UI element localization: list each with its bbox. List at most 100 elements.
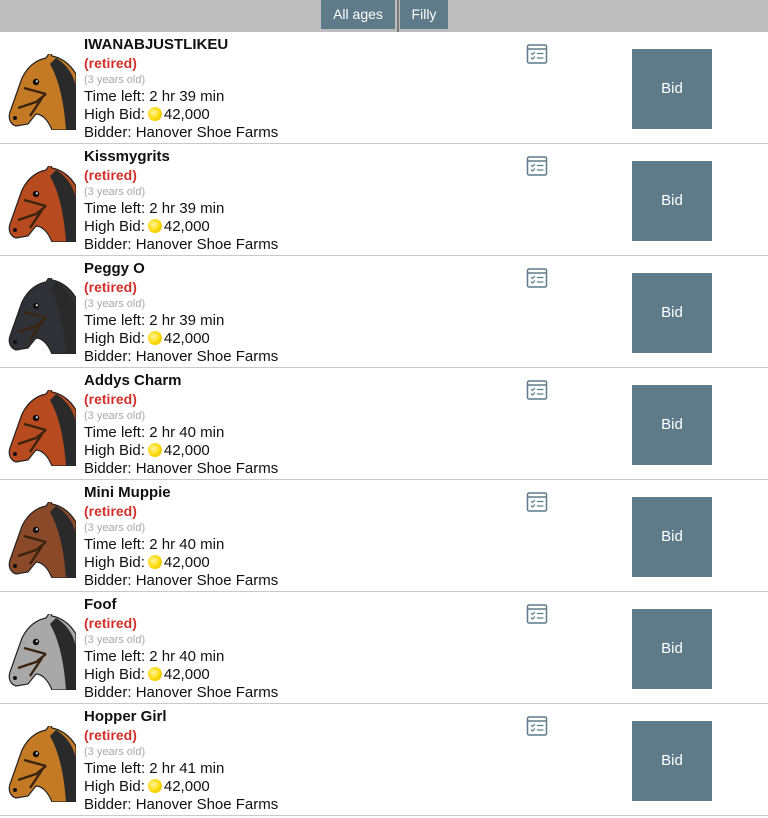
horse-details-icon[interactable] <box>526 379 548 401</box>
horse-status: (retired) <box>84 167 137 183</box>
time-left: Time left: 2 hr 39 min <box>84 200 278 218</box>
high-bid-label: High Bid: <box>84 778 145 795</box>
bid-button[interactable]: Bid <box>632 49 712 129</box>
time-left: Time left: 2 hr 39 min <box>84 88 278 106</box>
auction-row: Kissmygrits (retired) (3 years old) Time le… <box>0 144 768 256</box>
horse-info: Addys Charm (retired) (3 years old) Time le… <box>84 372 278 478</box>
bidder-label: Bidder: <box>84 684 132 701</box>
horse-name[interactable]: Addys Charm <box>84 372 278 390</box>
horse-info: IWANABJUSTLIKEU (retired) (3 years old) Tim… <box>84 36 278 142</box>
bidder: Bidder: Hanover Shoe Farms <box>84 684 278 702</box>
bidder-label: Bidder: <box>84 236 132 253</box>
horse-details-icon[interactable] <box>526 43 548 65</box>
coin-icon <box>147 779 162 793</box>
bidder-label: Bidder: <box>84 460 132 477</box>
bid-button[interactable]: Bid <box>632 385 712 465</box>
auction-row: Foof (retired) (3 years old) Time left: 2 h… <box>0 592 768 704</box>
horse-age: (3 years old) <box>84 410 146 422</box>
high-bid-value: 42,000 <box>163 218 210 235</box>
horse-name[interactable]: Mini Muppie <box>84 484 278 502</box>
high-bid-label: High Bid: <box>84 218 145 235</box>
time-left-label: Time left: <box>84 312 146 329</box>
bid-button[interactable]: Bid <box>632 721 712 801</box>
bidder-value: Hanover Shoe Farms <box>135 684 279 701</box>
time-left-label: Time left: <box>84 200 146 217</box>
time-left-label: Time left: <box>84 536 146 553</box>
bidder-value: Hanover Shoe Farms <box>135 236 279 253</box>
horse-avatar <box>6 498 77 579</box>
horse-age: (3 years old) <box>84 298 146 310</box>
bid-button[interactable]: Bid <box>632 609 712 689</box>
horse-avatar <box>6 610 77 691</box>
time-left: Time left: 2 hr 41 min <box>84 760 278 778</box>
horse-age: (3 years old) <box>84 186 146 198</box>
high-bid-label: High Bid: <box>84 106 145 123</box>
coin-icon <box>147 331 162 345</box>
horse-avatar <box>6 274 77 355</box>
horse-details-icon[interactable] <box>526 491 548 513</box>
high-bid-label: High Bid: <box>84 666 145 683</box>
bidder: Bidder: Hanover Shoe Farms <box>84 348 278 366</box>
horse-name[interactable]: Foof <box>84 596 278 614</box>
time-left: Time left: 2 hr 40 min <box>84 536 278 554</box>
time-left: Time left: 2 hr 39 min <box>84 312 278 330</box>
high-bid: High Bid: 42,000 <box>84 554 278 572</box>
filter-divider <box>397 0 399 32</box>
bidder-value: Hanover Shoe Farms <box>135 348 279 365</box>
horse-status: (retired) <box>84 615 137 631</box>
high-bid-value: 42,000 <box>163 778 210 795</box>
horse-name[interactable]: Kissmygrits <box>84 148 278 166</box>
filter-sex-button[interactable]: Filly <box>400 0 448 29</box>
horse-details-icon[interactable] <box>526 267 548 289</box>
bidder-label: Bidder: <box>84 348 132 365</box>
horse-details-icon[interactable] <box>526 603 548 625</box>
time-left-value: 2 hr 39 min <box>149 88 225 105</box>
coin-icon <box>147 667 162 681</box>
bidder: Bidder: Hanover Shoe Farms <box>84 460 278 478</box>
time-left-value: 2 hr 39 min <box>149 200 225 217</box>
horse-details-icon[interactable] <box>526 715 548 737</box>
high-bid: High Bid: 42,000 <box>84 218 278 236</box>
time-left: Time left: 2 hr 40 min <box>84 648 278 666</box>
time-left-label: Time left: <box>84 760 146 777</box>
bid-button[interactable]: Bid <box>632 161 712 241</box>
horse-info: Foof (retired) (3 years old) Time left: 2 h… <box>84 596 278 702</box>
bidder: Bidder: Hanover Shoe Farms <box>84 796 278 814</box>
auction-row: Hopper Girl (retired) (3 years old) Time le… <box>0 704 768 816</box>
auction-list: IWANABJUSTLIKEU (retired) (3 years old) Tim… <box>0 32 768 816</box>
bidder: Bidder: Hanover Shoe Farms <box>84 572 278 590</box>
horse-status: (retired) <box>84 55 137 71</box>
bidder-label: Bidder: <box>84 124 132 141</box>
auction-row: Peggy O (retired) (3 years old) Time left: … <box>0 256 768 368</box>
bidder: Bidder: Hanover Shoe Farms <box>84 236 278 254</box>
horse-details-icon[interactable] <box>526 155 548 177</box>
time-left-value: 2 hr 41 min <box>149 760 225 777</box>
time-left-label: Time left: <box>84 648 146 665</box>
bid-button[interactable]: Bid <box>632 497 712 577</box>
time-left-value: 2 hr 39 min <box>149 312 225 329</box>
high-bid-value: 42,000 <box>163 442 210 459</box>
time-left-value: 2 hr 40 min <box>149 424 225 441</box>
bid-button[interactable]: Bid <box>632 273 712 353</box>
high-bid-label: High Bid: <box>84 330 145 347</box>
horse-name[interactable]: Hopper Girl <box>84 708 278 726</box>
bidder: Bidder: Hanover Shoe Farms <box>84 124 278 142</box>
horse-name[interactable]: IWANABJUSTLIKEU <box>84 36 278 54</box>
horse-age: (3 years old) <box>84 634 146 646</box>
horse-avatar <box>6 722 77 803</box>
filter-age-button[interactable]: All ages <box>321 0 395 29</box>
high-bid: High Bid: 42,000 <box>84 442 278 460</box>
horse-avatar <box>6 386 77 467</box>
high-bid: High Bid: 42,000 <box>84 330 278 348</box>
bidder-label: Bidder: <box>84 572 132 589</box>
horse-name[interactable]: Peggy O <box>84 260 278 278</box>
bidder-value: Hanover Shoe Farms <box>135 572 279 589</box>
time-left-label: Time left: <box>84 424 146 441</box>
filter-bar: All ages Filly <box>0 0 768 32</box>
coin-icon <box>147 443 162 457</box>
time-left-value: 2 hr 40 min <box>149 648 225 665</box>
high-bid: High Bid: 42,000 <box>84 778 278 796</box>
auction-row: Addys Charm (retired) (3 years old) Time le… <box>0 368 768 480</box>
time-left-value: 2 hr 40 min <box>149 536 225 553</box>
coin-icon <box>147 555 162 569</box>
